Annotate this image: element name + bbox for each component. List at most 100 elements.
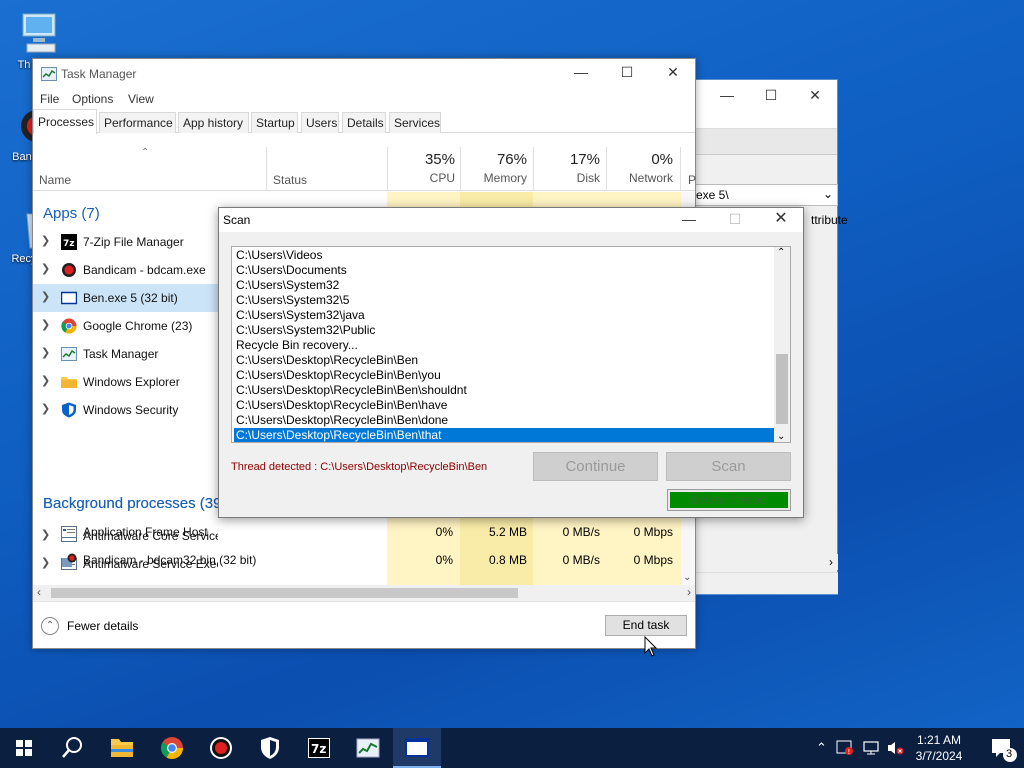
- expand-chevron-icon[interactable]: ❯: [41, 318, 50, 331]
- taskbar-7zip[interactable]: 7z: [295, 728, 343, 768]
- scroll-left-icon[interactable]: ‹: [37, 585, 41, 599]
- system-clock[interactable]: 1:21 AM 3/7/2024: [906, 732, 972, 764]
- tab-users[interactable]: Users: [301, 112, 339, 133]
- column-header-attributes[interactable]: ttribute: [811, 213, 848, 227]
- process-name: Ben.exe 5 (32 bit): [83, 291, 178, 305]
- list-item[interactable]: C:\Users\Videos: [234, 248, 322, 263]
- task-manager-footer: ⌃ Fewer details End task: [33, 601, 695, 648]
- list-item[interactable]: C:\Users\System32\5: [234, 293, 349, 308]
- chevron-up-circle-icon[interactable]: ⌃: [41, 617, 59, 635]
- scan-dialog[interactable]: Scan — ☐ ✕ C:\Users\Videos C:\Users\Docu…: [218, 207, 804, 518]
- scrollbar-thumb[interactable]: [51, 588, 518, 598]
- start-button[interactable]: [0, 728, 48, 768]
- list-item[interactable]: C:\Users\Desktop\RecycleBin\Ben\you: [234, 368, 441, 383]
- tab-bar: Processes Performance App history Startu…: [33, 109, 695, 134]
- scrollbar-thumb[interactable]: [776, 354, 788, 424]
- process-row-ben-exe[interactable]: ❯ Ben.exe 5 (32 bit): [33, 284, 219, 312]
- taskbar-ben-exe[interactable]: [393, 728, 441, 768]
- process-row-bandicam-bin[interactable]: Bandicam - bdcam32.bin (32 bit) 0% 0.8 M…: [33, 546, 681, 574]
- 7zip-icon: 7z: [308, 738, 330, 758]
- tab-services[interactable]: Services: [389, 112, 441, 133]
- column-network[interactable]: 0% Network: [609, 151, 673, 185]
- chevron-down-icon[interactable]: ⌄: [823, 187, 833, 201]
- column-name[interactable]: Name: [39, 173, 71, 187]
- taskbar-chrome[interactable]: [148, 728, 196, 768]
- scroll-down-icon[interactable]: ⌄: [683, 572, 691, 583]
- network-label: Network: [628, 171, 673, 185]
- security-warning-icon[interactable]: !: [836, 740, 854, 756]
- list-item[interactable]: C:\Users\System32\java: [234, 308, 365, 323]
- expand-chevron-icon[interactable]: ❯: [41, 374, 50, 387]
- minimize-icon[interactable]: —: [559, 61, 603, 83]
- column-memory[interactable]: 76% Memory: [463, 151, 527, 185]
- column-cpu[interactable]: 35% CPU: [389, 151, 455, 185]
- tab-performance[interactable]: Performance: [99, 112, 176, 133]
- task-manager-icon: [356, 738, 380, 758]
- maximize-icon[interactable]: ☐: [605, 61, 649, 83]
- process-row-application-frame-host[interactable]: Application Frame Host 0% 5.2 MB 0 MB/s …: [33, 518, 681, 546]
- address-bar[interactable]: exe 5\ ⌄: [691, 184, 838, 206]
- scroll-right-icon[interactable]: ›: [687, 585, 691, 599]
- list-scrollbar[interactable]: ⌃ ⌄: [774, 247, 790, 442]
- expand-chevron-icon[interactable]: ❯: [41, 346, 50, 359]
- task-manager-titlebar[interactable]: Task Manager — ☐ ✕: [33, 59, 695, 89]
- window-app-icon: [405, 738, 429, 757]
- menu-view[interactable]: View: [128, 92, 154, 106]
- close-icon[interactable]: ✕: [759, 208, 803, 230]
- scan-path-list[interactable]: C:\Users\Videos C:\Users\Documents C:\Us…: [231, 246, 791, 443]
- expand-chevron-icon[interactable]: ❯: [41, 262, 50, 275]
- list-item[interactable]: C:\Users\Desktop\RecycleBin\Ben: [234, 353, 418, 368]
- minimize-icon[interactable]: —: [705, 84, 749, 106]
- scroll-down-icon[interactable]: ⌄: [777, 431, 785, 442]
- scroll-right-icon[interactable]: ›: [829, 555, 833, 569]
- taskbar-bandicam[interactable]: [197, 728, 245, 768]
- search-button[interactable]: [48, 728, 96, 768]
- delete-thread-label: delete thread: [670, 492, 788, 508]
- folder-icon: [61, 377, 77, 388]
- list-item[interactable]: C:\Users\Desktop\RecycleBin\Ben\shouldnt: [234, 383, 467, 398]
- scan-button[interactable]: Scan: [666, 452, 791, 481]
- taskbar-file-explorer[interactable]: [98, 728, 146, 768]
- taskbar-windows-security[interactable]: [246, 728, 294, 768]
- list-item-selected[interactable]: C:\Users\Desktop\RecycleBin\Ben\that: [234, 428, 774, 442]
- tab-details[interactable]: Details: [342, 112, 386, 133]
- notification-center-button[interactable]: 3: [980, 728, 1024, 768]
- tab-startup[interactable]: Startup: [251, 112, 298, 133]
- network-icon[interactable]: [862, 740, 880, 756]
- tab-app-history[interactable]: App history: [178, 112, 249, 133]
- continue-button[interactable]: Continue: [533, 452, 658, 481]
- list-item[interactable]: Recycle Bin recovery...: [234, 338, 358, 353]
- maximize-icon[interactable]: ☐: [749, 84, 793, 106]
- fewer-details-link[interactable]: Fewer details: [67, 619, 138, 633]
- minimize-icon[interactable]: —: [667, 208, 711, 230]
- list-item[interactable]: C:\Users\Desktop\RecycleBin\Ben\done: [234, 413, 448, 428]
- close-icon[interactable]: ✕: [793, 84, 837, 106]
- expand-chevron-icon[interactable]: ❯: [41, 234, 50, 247]
- scroll-up-icon[interactable]: ⌃: [777, 247, 785, 258]
- volume-muted-icon[interactable]: [886, 740, 904, 756]
- show-hidden-icons-chevron-icon[interactable]: ⌃: [816, 740, 827, 756]
- taskbar-task-manager[interactable]: [344, 728, 392, 768]
- end-task-button[interactable]: End task: [605, 615, 687, 636]
- expand-chevron-icon[interactable]: ❯: [41, 402, 50, 415]
- horizontal-scrollbar[interactable]: ‹ ›: [33, 585, 695, 601]
- list-item[interactable]: C:\Users\System32\Public: [234, 323, 375, 338]
- back-window-titlebar[interactable]: — ☐ ✕: [691, 80, 837, 128]
- close-icon[interactable]: ✕: [651, 61, 695, 83]
- bandicam-icon: [62, 263, 76, 277]
- list-item[interactable]: C:\Users\Documents: [234, 263, 347, 278]
- delete-thread-button[interactable]: delete thread: [667, 489, 791, 511]
- sort-up-icon[interactable]: ⌃: [141, 147, 149, 158]
- menu-options[interactable]: Options: [72, 92, 113, 106]
- column-power[interactable]: P: [688, 173, 696, 187]
- list-item[interactable]: C:\Users\Desktop\RecycleBin\Ben\have: [234, 398, 447, 413]
- menu-file[interactable]: File: [40, 92, 59, 106]
- column-status[interactable]: Status: [273, 173, 307, 187]
- tab-processes[interactable]: Processes: [33, 109, 97, 134]
- expand-chevron-icon[interactable]: ❯: [41, 290, 50, 303]
- list-item[interactable]: C:\Users\System32: [234, 278, 339, 293]
- column-disk[interactable]: 17% Disk: [536, 151, 600, 185]
- disk-value: 0 MB/s: [562, 553, 600, 567]
- scan-titlebar[interactable]: Scan — ☐ ✕: [219, 208, 803, 232]
- horizontal-scrollbar[interactable]: ›: [691, 554, 838, 570]
